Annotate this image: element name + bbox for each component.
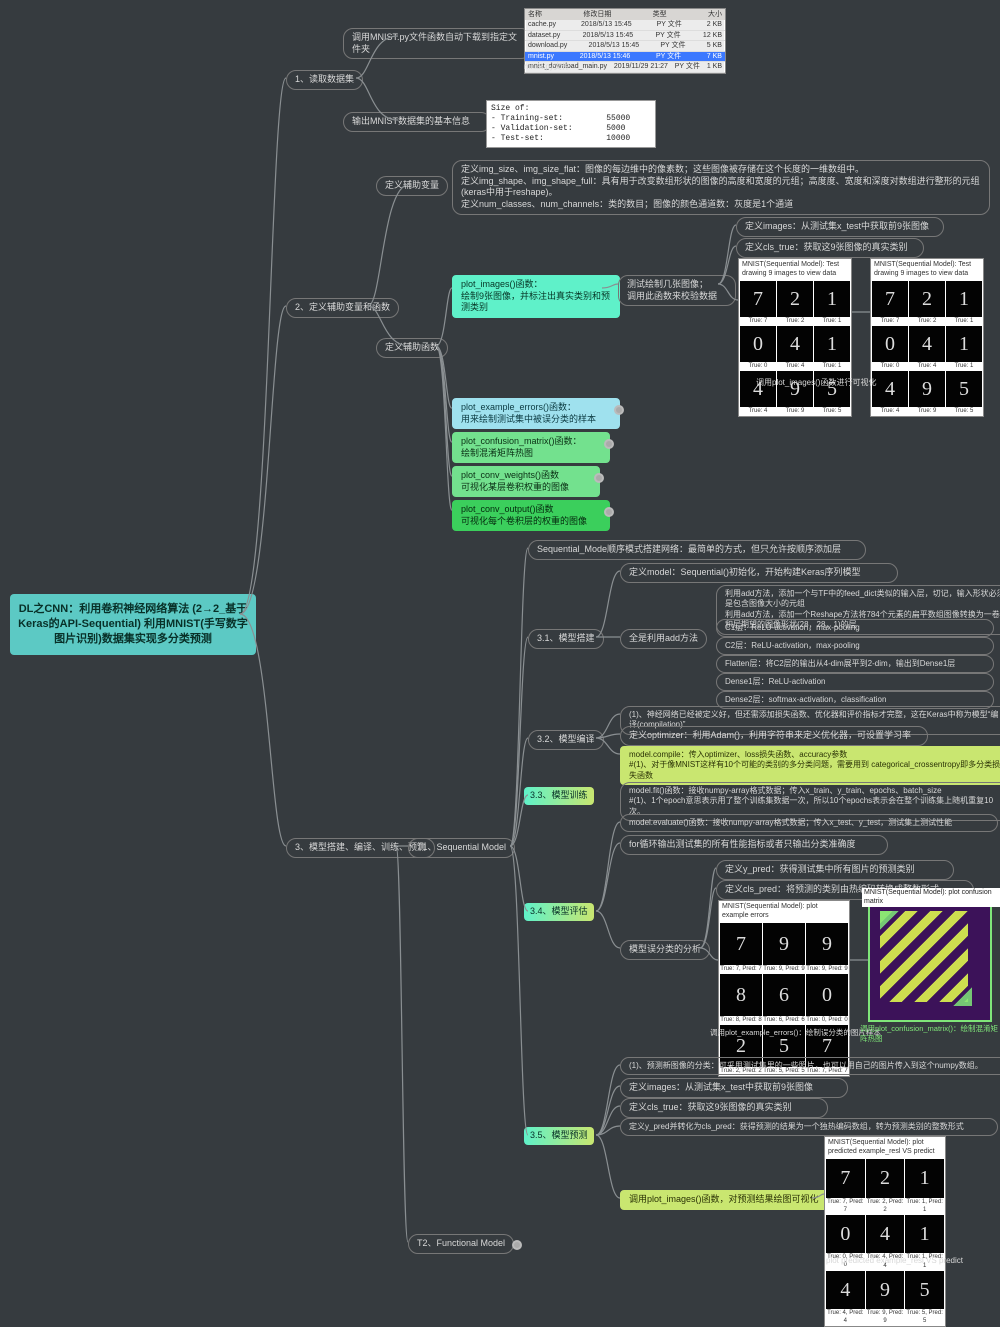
digit-grid-pred: MNIST(Sequential Model): plot predicted … [824, 1136, 946, 1327]
node-s35a: (1)、预测新图像的分类：可采用测试集里的一些照片，也可以用自己的图片传入到这个… [620, 1057, 1000, 1075]
node-s34b: for循环输出测试集的所有性能指标或者只输出分类准确度 [620, 835, 888, 855]
node-s34c: 模型误分类的分析 [620, 940, 710, 960]
digit-grid-1: MNIST(Sequential Model): Test drawing 9 … [738, 258, 852, 417]
node-s31b-item: Dense1层：ReLU-activation [716, 673, 994, 691]
node-s34c1: 定义y_pred：获得测试集中所有图片的预测类别 [716, 860, 954, 880]
caption-pred: plot predicted example_resl VS predict [826, 1256, 963, 1267]
node-m2a-text: 定义img_size、img_size_flat：图像的每边维中的像素数；这些图… [452, 160, 990, 215]
node-plot-conv-output: plot_conv_output()函数 可视化每个卷积层的权重的图像 [452, 500, 610, 531]
caption-cm: 调用plot_confusion_matrix()：绘制混淆矩阵热图 [860, 1024, 1000, 1044]
digit-grid-2: MNIST(Sequential Model): Test drawing 9 … [870, 258, 984, 417]
node-s32b: 定义optimizer：利用Adam()，利用字符串来定义优化器，可设置学习率 [620, 726, 928, 746]
node-def-images: 定义images：从测试集x_test中获取前9张图像 [736, 217, 944, 237]
node-s31b-item: Flatten层：将C2层的输出从4-dim展平到2-dim，输出到Dense1… [716, 655, 994, 673]
node-plot-images-test: 测试绘制几张图像； 调用此函数来校验数据 [618, 275, 736, 306]
caption-plot-images: 调用plot_images()函数进行可视化 [756, 378, 876, 389]
root-node: DL之CNN：利用卷积神经网络算法 (2→2_基于Keras的API-Seque… [10, 594, 256, 655]
node-plot-conv-weights: plot_conv_weights()函数 可视化某层卷积权重的图像 [452, 466, 600, 497]
stub [604, 439, 614, 449]
stub [594, 473, 604, 483]
node-s34: 3.4、模型评估 [524, 903, 594, 921]
node-m1a: 调用MNIST.py文件函数自动下载到指定文件夹 [343, 28, 531, 59]
digit-grid-errors: MNIST(Sequential Model): plot example er… [718, 900, 850, 1077]
node-seq-desc: Sequential_Mode顺序模式搭建网络：最简单的方式，但只允许按顺序添加… [528, 540, 866, 560]
confusion-matrix [868, 900, 992, 1022]
node-plot-example-errors: plot_example_errors()函数： 用来绘制测试集中被误分类的样本 [452, 398, 620, 429]
node-s35d: 定义y_pred并转化为cls_pred：获得预测的结果为一个独热编码数组，转为… [620, 1118, 998, 1136]
cm-title: MNIST(Sequential Model): plot confusion … [862, 888, 1000, 907]
stub [512, 1240, 522, 1250]
node-s31b-item: C1层：ReLU-activation，max-pooling [716, 619, 994, 637]
node-m2: 2、定义辅助变量和函数 [286, 298, 399, 318]
node-s32c: model.compile：传入optimizer、loss损失函数、accur… [620, 746, 1000, 785]
node-m2a: 定义辅助变量 [376, 176, 448, 196]
node-s35: 3.5、模型预测 [524, 1127, 594, 1145]
node-plot-confusion: plot_confusion_matrix()函数： 绘制混淆矩阵热图 [452, 432, 610, 463]
node-t1: T1、Sequential Model [408, 838, 515, 858]
node-m2b: 定义辅助函数 [376, 338, 448, 358]
caption-errors: 调用plot_example_errors()：绘制误分类的图片样本 [710, 1028, 881, 1038]
code-sizeof: Size of: - Training-set: 55000 - Validat… [486, 100, 656, 148]
node-m1b: 输出MNIST数据集的基本信息 [343, 112, 491, 132]
node-def-clstrue: 定义cls_true：获取这9张图像的真实类别 [736, 238, 924, 258]
node-s31a: 定义model：Sequential()初始化，开始构建Keras序列模型 [620, 563, 898, 583]
node-s34a: model.evaluate()函数：接收numpy-array格式数据；传入x… [620, 814, 998, 832]
node-m1: 1、读取数据集 [286, 70, 363, 90]
node-s32: 3.2、模型编译 [528, 730, 604, 750]
node-s33: 3.3、模型训练 [524, 787, 594, 805]
stub [614, 405, 624, 415]
node-s35c: 定义cls_true：获取这9张图像的真实类别 [620, 1098, 828, 1118]
node-s35b: 定义images：从测试集x_test中获取前9张图像 [620, 1078, 848, 1098]
node-s31b-item: C2层：ReLU-activation，max-pooling [716, 637, 994, 655]
stub [604, 507, 614, 517]
node-t2: T2、Functional Model [408, 1234, 514, 1254]
node-s35e: 调用plot_images()函数，对预测结果绘图可视化 [620, 1190, 828, 1210]
caption-mnist-file: mnist.py文件 [524, 62, 570, 73]
node-s31b: 全是利用add方法 [620, 629, 707, 649]
node-s31: 3.1、模型搭建 [528, 629, 604, 649]
node-plot-images: plot_images()函数： 绘制9张图像，并标注出真实类别和预测类别 [452, 275, 620, 318]
